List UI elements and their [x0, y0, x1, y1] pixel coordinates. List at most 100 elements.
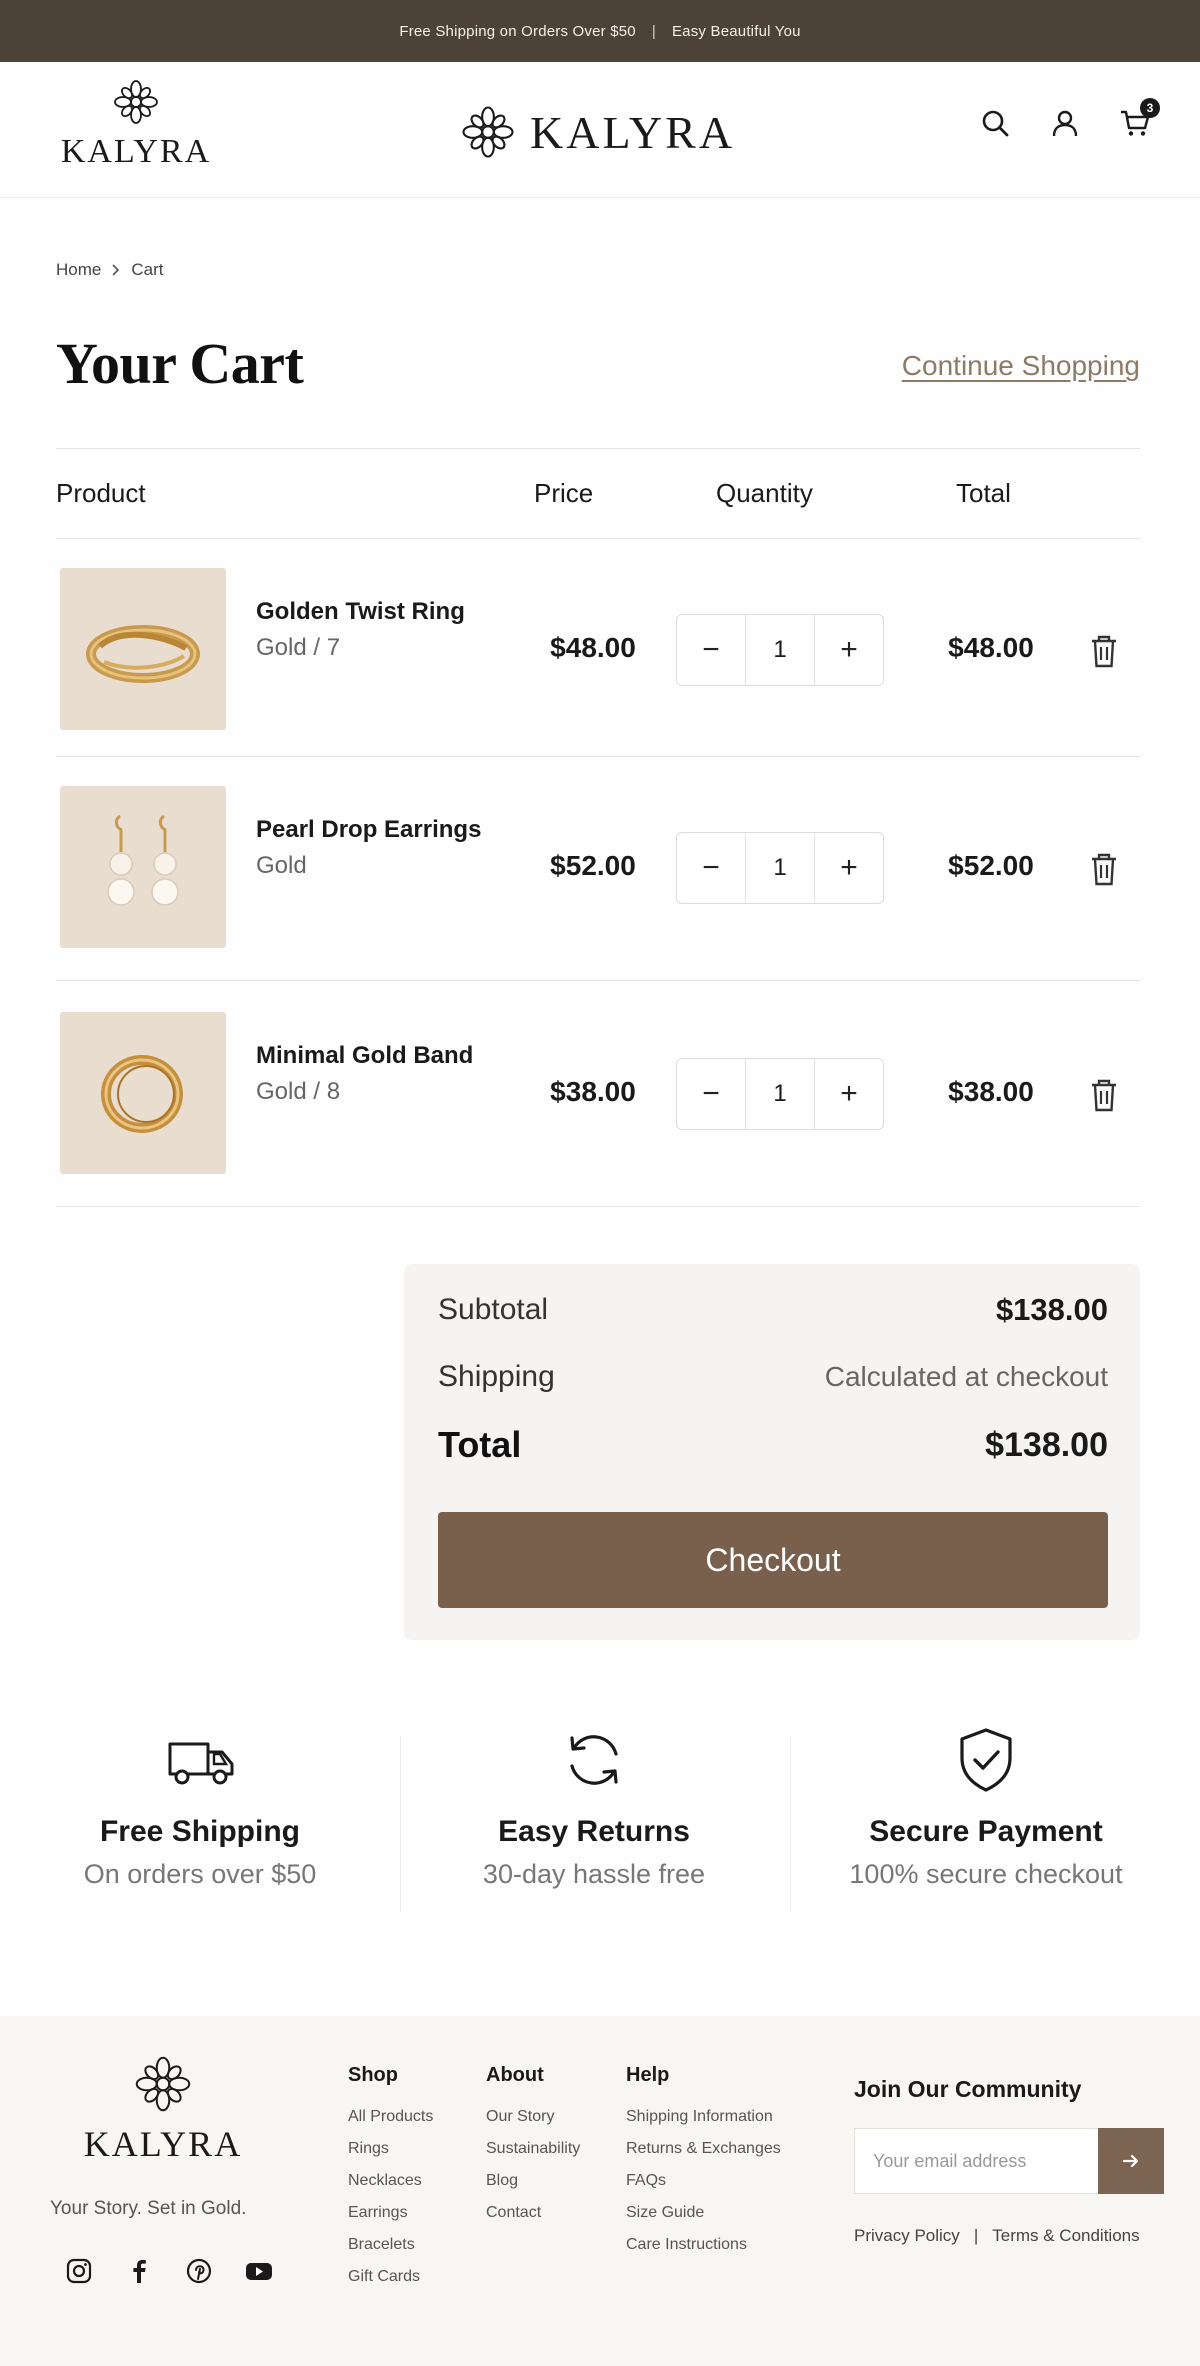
checkout-button[interactable]: Checkout: [438, 1512, 1108, 1608]
cart-item: Minimal Gold Band Gold / 8 $38.00 − 1 + …: [56, 1012, 1140, 1178]
facebook-link[interactable]: [124, 2256, 154, 2286]
instagram-icon: [66, 2258, 92, 2284]
feature-strip: Free Shipping On orders over $50 Easy Re…: [0, 1722, 1200, 1922]
product-image-band[interactable]: [60, 1012, 226, 1174]
band-image-icon: [60, 1012, 226, 1174]
logo-small[interactable]: KALYRA: [58, 78, 214, 171]
column-header-price: Price: [534, 478, 594, 508]
trash-icon[interactable]: [1086, 632, 1122, 670]
youtube-icon: [246, 2263, 272, 2280]
header-actions: 3: [978, 98, 1160, 140]
footer-link[interactable]: Rings: [348, 2133, 433, 2165]
subtotal-row: Subtotal $138.00: [438, 1292, 1108, 1328]
shipping-value: Calculated at checkout: [824, 1361, 1108, 1392]
increase-quantity-button[interactable]: +: [815, 615, 883, 685]
footer-link[interactable]: Our Story: [486, 2101, 580, 2133]
order-summary: Subtotal $138.00 Shipping Calculated at …: [404, 1264, 1140, 1640]
footer-link[interactable]: Contact: [486, 2197, 580, 2229]
product-name[interactable]: Golden Twist Ring: [256, 598, 465, 626]
breadcrumb: Home Cart: [56, 260, 163, 280]
earrings-image-icon: [60, 786, 226, 948]
trash-icon[interactable]: [1086, 850, 1122, 888]
cart-count-badge: 3: [1140, 98, 1160, 118]
trash-icon[interactable]: [1086, 1076, 1122, 1114]
line-total: $38.00: [948, 1076, 1034, 1107]
increase-quantity-button[interactable]: +: [815, 1059, 883, 1129]
divider: [56, 756, 1140, 757]
feature-free-shipping: Free Shipping On orders over $50: [10, 1722, 390, 1890]
site-footer: KALYRA Your Story. Set in Gold. Shop All…: [0, 2016, 1200, 2366]
search-button[interactable]: [978, 106, 1012, 140]
account-button[interactable]: [1048, 106, 1082, 140]
decrease-quantity-button[interactable]: −: [677, 1059, 745, 1129]
cart-button[interactable]: 3: [1118, 98, 1160, 140]
footer-link[interactable]: All Products: [348, 2101, 433, 2133]
site-header: KALYRA KALYRA 3: [0, 62, 1200, 198]
search-icon: [982, 110, 1009, 137]
facebook-icon: [133, 2260, 146, 2283]
product-price: $38.00: [550, 1076, 636, 1107]
flower-logo-icon: [462, 106, 514, 158]
product-name[interactable]: Minimal Gold Band: [256, 1042, 473, 1070]
footer-column-shop: Shop All Products Rings Necklaces Earrin…: [348, 2064, 433, 2293]
column-header-quantity: Quantity: [716, 478, 813, 508]
user-icon: [1052, 110, 1078, 137]
feature-subtitle: 100% secure checkout: [849, 1859, 1123, 1889]
continue-shopping-link[interactable]: Continue Shopping: [902, 350, 1140, 382]
footer-link[interactable]: Bracelets: [348, 2229, 433, 2261]
footer-logo[interactable]: KALYRA: [58, 2054, 268, 2165]
breadcrumb-home-link[interactable]: Home: [56, 260, 101, 280]
footer-link[interactable]: Sustainability: [486, 2133, 580, 2165]
truck-icon: [168, 1742, 234, 1785]
decrease-quantity-button[interactable]: −: [677, 615, 745, 685]
quantity-value[interactable]: 1: [745, 833, 815, 903]
divider: [56, 538, 1140, 539]
cart-item: Golden Twist Ring Gold / 7 $48.00 − 1 + …: [56, 568, 1140, 734]
divider: [790, 1736, 791, 1912]
footer-link[interactable]: Size Guide: [626, 2197, 781, 2229]
feature-secure-payment: Secure Payment 100% secure checkout: [796, 1722, 1176, 1890]
increase-quantity-button[interactable]: +: [815, 833, 883, 903]
total-value: $138.00: [985, 1425, 1108, 1464]
returns-icon: [570, 1735, 618, 1785]
feature-title: Free Shipping: [99, 1815, 300, 1848]
feature-title: Easy Returns: [498, 1815, 690, 1848]
footer-link[interactable]: Earrings: [348, 2197, 433, 2229]
announcement-right: Easy Beautiful You: [671, 22, 801, 40]
youtube-link[interactable]: [244, 2256, 274, 2286]
line-total: $48.00: [948, 632, 1034, 663]
social-links: [64, 2256, 274, 2286]
divider: [400, 1736, 401, 1912]
flower-logo-icon: [114, 80, 158, 124]
footer-link[interactable]: Gift Cards: [348, 2261, 433, 2293]
product-image-ring[interactable]: [60, 568, 226, 730]
footer-link[interactable]: FAQs: [626, 2165, 781, 2197]
footer-link[interactable]: Blog: [486, 2165, 580, 2197]
privacy-policy-link[interactable]: Privacy Policy: [854, 2226, 960, 2246]
terms-link[interactable]: Terms & Conditions: [992, 2226, 1139, 2246]
quantity-value[interactable]: 1: [745, 1059, 815, 1129]
product-variant: Gold / 7: [256, 634, 341, 661]
product-variant: Gold / 8: [256, 1078, 341, 1105]
newsletter-submit-button[interactable]: [1098, 2128, 1164, 2194]
footer-link[interactable]: Returns & Exchanges: [626, 2133, 781, 2165]
product-image-earrings[interactable]: [60, 786, 226, 948]
footer-link[interactable]: Care Instructions: [626, 2229, 781, 2261]
footer-link[interactable]: Shipping Information: [626, 2101, 781, 2133]
pinterest-icon: [186, 2258, 212, 2284]
product-price: $52.00: [550, 850, 636, 881]
instagram-link[interactable]: [64, 2256, 94, 2286]
quantity-value[interactable]: 1: [745, 615, 815, 685]
newsletter-email-input[interactable]: [854, 2128, 1124, 2194]
footer-heading: Help: [626, 2064, 670, 2086]
decrease-quantity-button[interactable]: −: [677, 833, 745, 903]
legal-links: Privacy Policy | Terms & Conditions: [854, 2226, 1140, 2246]
footer-link[interactable]: Necklaces: [348, 2165, 433, 2197]
shield-check-icon: [960, 1728, 1012, 1792]
product-name[interactable]: Pearl Drop Earrings: [256, 816, 481, 844]
line-total: $52.00: [948, 850, 1034, 881]
cart-item: Pearl Drop Earrings Gold $52.00 − 1 + $5…: [56, 786, 1140, 952]
logo-main[interactable]: KALYRA: [460, 102, 735, 162]
feature-subtitle: 30-day hassle free: [482, 1859, 706, 1889]
pinterest-link[interactable]: [184, 2256, 214, 2286]
